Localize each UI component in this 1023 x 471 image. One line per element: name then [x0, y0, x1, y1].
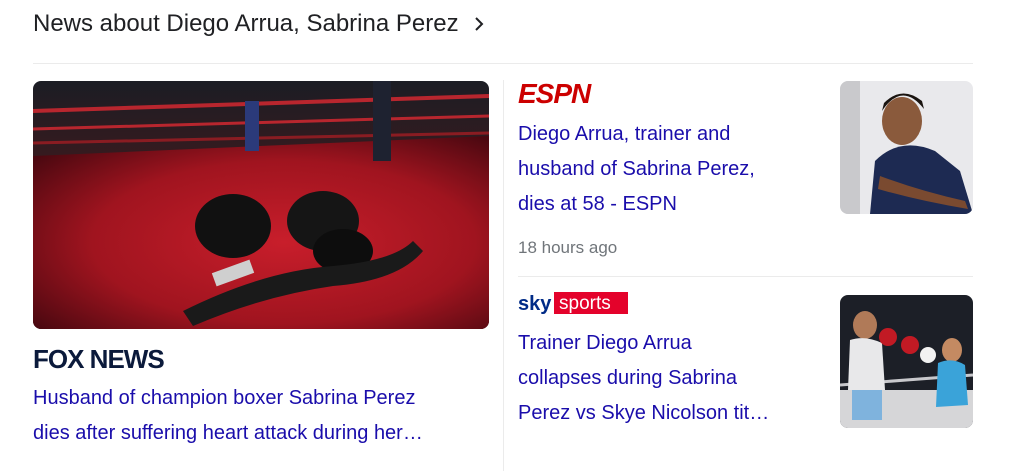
big-story-headline-line-2: dies after suffering heart attack during…	[33, 422, 423, 444]
sky-sports-logo: sky sports	[518, 292, 628, 315]
espn-headline-line-3: dies at 58 - ESPN	[518, 193, 677, 215]
sky-story-headline[interactable]: Trainer Diego Arrua collapses during Sab…	[518, 326, 818, 431]
chevron-right-icon	[474, 17, 483, 31]
sky-headline-line-2: collapses during Sabrina	[518, 367, 738, 389]
svg-text:sky: sky	[518, 293, 552, 315]
espn-headline-line-1: Diego Arrua, trainer and	[518, 123, 731, 145]
news-panel: News about Diego Arrua, Sabrina Perez FO…	[0, 0, 1023, 471]
fox-news-logo: FOX NEWS	[33, 345, 165, 371]
espn-logo: ESPN	[518, 81, 593, 105]
big-story-headline-line-1: Husband of champion boxer Sabrina Perez	[33, 387, 416, 409]
stories-divider	[518, 276, 973, 277]
svg-text:ESPN: ESPN	[518, 81, 592, 105]
news-header[interactable]: News about Diego Arrua, Sabrina Perez	[33, 10, 487, 38]
espn-story-time: 18 hours ago	[518, 238, 618, 257]
sky-headline-line-3: Perez vs Skye Nicolson tit…	[518, 402, 770, 424]
svg-text:sports: sports	[559, 293, 611, 314]
boxing-gloves-thumbnail[interactable]	[33, 81, 489, 329]
big-news-card[interactable]: FOX NEWS Husband of champion boxer Sabri…	[33, 81, 489, 451]
espn-headline-line-2: husband of Sabrina Perez,	[518, 158, 755, 180]
boxing-match-thumbnail[interactable]	[840, 295, 973, 428]
sky-headline-line-1: Trainer Diego Arrua	[518, 332, 692, 354]
header-divider	[33, 63, 973, 64]
boxer-portrait-thumbnail[interactable]	[840, 81, 973, 214]
news-header-title: News about Diego Arrua, Sabrina Perez	[33, 10, 459, 37]
column-divider	[503, 80, 504, 471]
svg-text:FOX NEWS: FOX NEWS	[33, 345, 164, 371]
espn-story-headline[interactable]: Diego Arrua, trainer and husband of Sabr…	[518, 117, 818, 222]
big-story-headline[interactable]: Husband of champion boxer Sabrina Perez …	[33, 381, 489, 451]
